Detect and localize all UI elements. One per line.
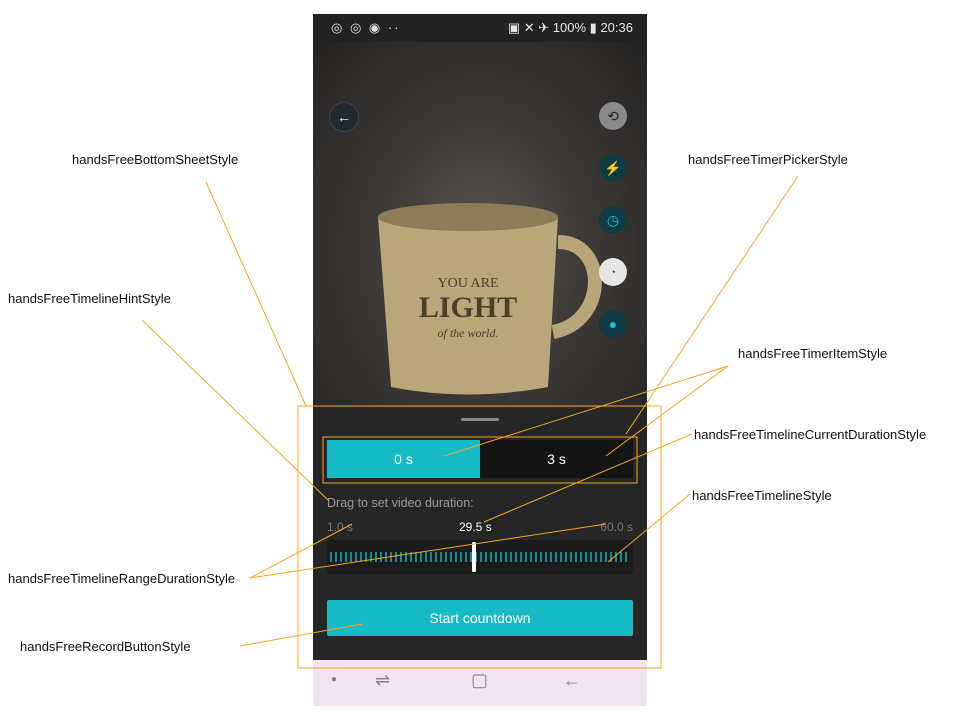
status-bar: ◎ ◎ ◉ ·· ▣ ✕ ✈ 100% ▮ 20:36 <box>313 14 647 42</box>
timeline-range-max: 60.0 s <box>600 520 633 534</box>
alarm-icon: ▣ <box>507 20 521 35</box>
annotation-timer-picker: handsFreeTimerPickerStyle <box>688 152 848 167</box>
line-timer-picker <box>625 175 799 435</box>
start-countdown-button[interactable]: Start countdown <box>327 600 633 636</box>
timer-item-3s[interactable]: 3 s <box>480 440 633 478</box>
back-icon[interactable]: ← <box>563 670 581 691</box>
timeline-range-min: 1.0 s <box>327 520 354 534</box>
switch-camera-icon[interactable]: ⟲ <box>599 102 627 130</box>
sheet-drag-handle[interactable] <box>461 418 499 421</box>
annotation-timeline: handsFreeTimelineStyle <box>692 488 832 503</box>
home-icon[interactable]: ▢ <box>471 670 488 691</box>
annotation-timeline-range-duration: handsFreeTimelineRangeDurationStyle <box>8 571 236 586</box>
status-left-icons: ◎ ◎ ◉ ·· <box>331 20 401 35</box>
mute-icon: ✕ <box>523 20 535 35</box>
back-arrow-icon[interactable]: ← <box>329 102 359 132</box>
airplane-icon: ✈ <box>538 20 550 35</box>
timer-item-0s[interactable]: 0 s <box>327 440 480 478</box>
timeline-hint: Drag to set video duration: <box>327 496 474 510</box>
battery-percent: 100% <box>552 20 587 35</box>
line-timeline-hint <box>141 319 329 501</box>
timeline[interactable] <box>327 540 633 574</box>
mug-image: YOU ARE LIGHT of the world. <box>378 203 602 395</box>
camera-preview: YOU ARE LIGHT of the world. ← ⟲ ⚡ ◷ ◔ ● … <box>313 42 647 432</box>
mic-icon[interactable]: ● <box>599 310 627 338</box>
flash-icon[interactable]: ⚡ <box>599 154 627 182</box>
annotation-timer-item: handsFreeTimerItemStyle <box>738 346 888 361</box>
line-bottom-sheet <box>205 181 307 407</box>
speed-icon[interactable]: ◔ <box>599 258 627 286</box>
battery-icon: ▮ <box>589 20 597 35</box>
annotation-timeline-hint: handsFreeTimelineHintStyle <box>8 291 171 306</box>
svg-text:of the world.: of the world. <box>437 326 498 340</box>
timer-icon[interactable]: ◷ <box>599 206 627 234</box>
dot-icon: ● <box>331 674 338 685</box>
timer-picker: 0 s 3 s <box>327 440 633 478</box>
svg-text:YOU ARE: YOU ARE <box>437 276 498 291</box>
annotation-bottom-sheet: handsFreeBottomSheetStyle <box>72 152 239 167</box>
clock: 20:36 <box>600 20 633 35</box>
timeline-current-duration: 29.5 s <box>459 520 492 534</box>
status-right: ▣ ✕ ✈ 100% ▮ 20:36 <box>508 20 633 36</box>
recents-icon[interactable]: ⇌ <box>375 670 390 691</box>
hands-free-bottom-sheet: 0 s 3 s Drag to set video duration: 1.0 … <box>313 408 647 660</box>
system-nav-bar: ● ⇌ ▢ ← <box>313 660 647 706</box>
annotation-record-button: handsFreeRecordButtonStyle <box>20 639 191 654</box>
svg-text:LIGHT: LIGHT <box>419 291 517 324</box>
timeline-position-marker[interactable] <box>471 542 476 572</box>
phone-screen: ◎ ◎ ◉ ·· ▣ ✕ ✈ 100% ▮ 20:36 YOU ARE LIGH… <box>313 14 647 706</box>
annotation-timeline-current-duration: handsFreeTimelineCurrentDurationStyle <box>694 427 927 442</box>
timeline-ticks <box>330 552 627 562</box>
